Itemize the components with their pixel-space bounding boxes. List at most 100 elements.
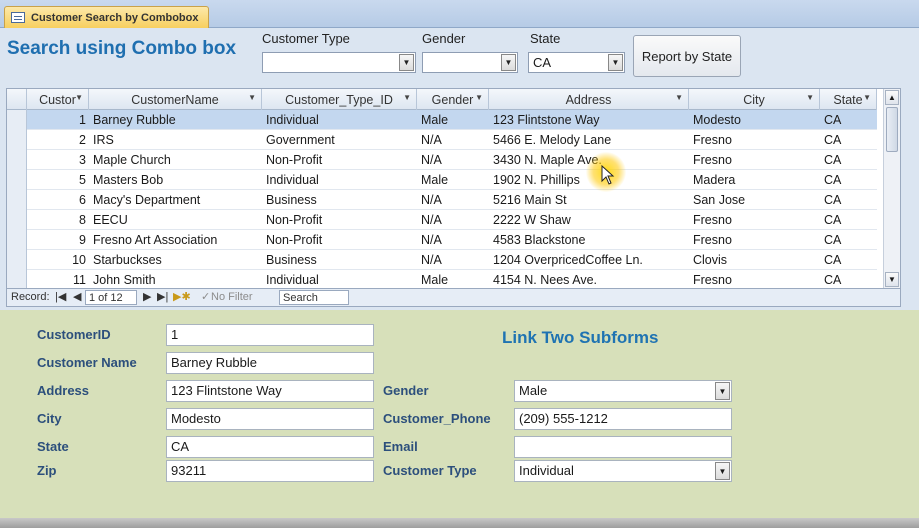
cell-address[interactable]: 1204 OverpricedCoffee Ln. <box>489 250 689 270</box>
table-row[interactable]: 1 Barney Rubble Individual Male 123 Flin… <box>7 110 877 130</box>
cell-gender[interactable]: Male <box>417 110 489 130</box>
scrollbar-thumb[interactable] <box>886 107 898 152</box>
document-tab[interactable]: Customer Search by Combobox <box>4 6 210 28</box>
cell-customer-id[interactable]: 1 <box>27 110 89 130</box>
cell-state[interactable]: CA <box>820 150 877 170</box>
cell-customer-type[interactable]: Individual <box>262 270 417 288</box>
cell-state[interactable]: CA <box>820 230 877 250</box>
cell-state[interactable]: CA <box>820 190 877 210</box>
table-row[interactable]: 8 EECU Non-Profit N/A 2222 W Shaw Fresno… <box>7 210 877 230</box>
cell-city[interactable]: Modesto <box>689 110 820 130</box>
first-record-icon[interactable]: |◀ <box>55 290 66 305</box>
record-selector[interactable] <box>7 110 27 130</box>
customer-type-select[interactable]: Individual ▼ <box>514 460 732 482</box>
customer-name-field[interactable]: Barney Rubble <box>166 352 374 374</box>
record-selector[interactable] <box>7 270 27 288</box>
previous-record-icon[interactable]: ◀ <box>73 290 81 305</box>
state-field[interactable]: CA <box>166 436 374 458</box>
column-header-customer-name[interactable]: CustomerName ▼ <box>89 89 262 110</box>
record-selector[interactable] <box>7 250 27 270</box>
cell-gender[interactable]: Male <box>417 170 489 190</box>
cell-customer-id[interactable]: 6 <box>27 190 89 210</box>
chevron-down-icon[interactable]: ▼ <box>715 462 730 480</box>
cell-city[interactable]: Clovis <box>689 250 820 270</box>
cell-customer-id[interactable]: 10 <box>27 250 89 270</box>
cell-customer-type[interactable]: Non-Profit <box>262 210 417 230</box>
cell-customer-type[interactable]: Government <box>262 130 417 150</box>
cell-state[interactable]: CA <box>820 110 877 130</box>
cell-city[interactable]: Fresno <box>689 230 820 250</box>
cell-customer-id[interactable]: 5 <box>27 170 89 190</box>
report-by-state-button[interactable]: Report by State <box>633 35 741 77</box>
cell-customer-type[interactable]: Individual <box>262 110 417 130</box>
cell-gender[interactable]: N/A <box>417 230 489 250</box>
cell-customer-name[interactable]: Macy's Department <box>89 190 262 210</box>
cell-customer-name[interactable]: Fresno Art Association <box>89 230 262 250</box>
chevron-down-icon[interactable]: ▼ <box>806 93 814 102</box>
cell-gender[interactable]: N/A <box>417 130 489 150</box>
cell-city[interactable]: Fresno <box>689 270 820 288</box>
cell-address[interactable]: 123 Flintstone Way <box>489 110 689 130</box>
chevron-down-icon[interactable]: ▼ <box>675 93 683 102</box>
cell-state[interactable]: CA <box>820 270 877 288</box>
cell-customer-type[interactable]: Business <box>262 250 417 270</box>
record-selector[interactable] <box>7 210 27 230</box>
cell-gender[interactable]: N/A <box>417 210 489 230</box>
filter-icon[interactable]: ✓ <box>201 290 210 305</box>
chevron-down-icon[interactable]: ▼ <box>863 93 871 102</box>
chevron-down-icon[interactable]: ▼ <box>248 93 256 102</box>
last-record-icon[interactable]: ▶| <box>157 290 168 305</box>
column-header-customer-id[interactable]: Custor ▼ <box>27 89 89 110</box>
column-header-gender[interactable]: Gender ▼ <box>417 89 489 110</box>
gender-select[interactable]: Male ▼ <box>514 380 732 402</box>
cell-customer-type[interactable]: Non-Profit <box>262 230 417 250</box>
cell-customer-id[interactable]: 9 <box>27 230 89 250</box>
cell-customer-name[interactable]: Starbuckses <box>89 250 262 270</box>
cell-address[interactable]: 5216 Main St <box>489 190 689 210</box>
cell-customer-name[interactable]: EECU <box>89 210 262 230</box>
address-field[interactable]: 123 Flintstone Way <box>166 380 374 402</box>
record-selector[interactable] <box>7 150 27 170</box>
cell-customer-type[interactable]: Non-Profit <box>262 150 417 170</box>
table-row[interactable]: 9 Fresno Art Association Non-Profit N/A … <box>7 230 877 250</box>
record-selector[interactable] <box>7 130 27 150</box>
cell-customer-name[interactable]: John Smith <box>89 270 262 288</box>
customer-phone-field[interactable]: (209) 555-1212 <box>514 408 732 430</box>
cell-customer-id[interactable]: 11 <box>27 270 89 288</box>
cell-address[interactable]: 2222 W Shaw <box>489 210 689 230</box>
cell-customer-name[interactable]: IRS <box>89 130 262 150</box>
record-position-input[interactable]: 1 of 12 <box>85 290 137 305</box>
cell-customer-name[interactable]: Masters Bob <box>89 170 262 190</box>
cell-gender[interactable]: N/A <box>417 190 489 210</box>
cell-city[interactable]: San Jose <box>689 190 820 210</box>
cell-gender[interactable]: Male <box>417 270 489 288</box>
chevron-down-icon[interactable]: ▼ <box>75 93 83 102</box>
gender-combo[interactable]: ▼ <box>422 52 518 73</box>
cell-customer-id[interactable]: 3 <box>27 150 89 170</box>
chevron-down-icon[interactable]: ▼ <box>403 93 411 102</box>
no-filter-button[interactable]: No Filter <box>211 290 253 305</box>
table-row[interactable]: 11 John Smith Individual Male 4154 N. Ne… <box>7 270 877 288</box>
new-record-icon[interactable]: ▶✱ <box>173 290 191 305</box>
cell-gender[interactable]: N/A <box>417 250 489 270</box>
state-combo[interactable]: CA ▼ <box>528 52 625 73</box>
chevron-down-icon[interactable]: ▼ <box>475 93 483 102</box>
cell-state[interactable]: CA <box>820 210 877 230</box>
column-header-customer-type[interactable]: Customer_Type_ID ▼ <box>262 89 417 110</box>
column-header-city[interactable]: City ▼ <box>689 89 820 110</box>
cell-address[interactable]: 5466 E. Melody Lane <box>489 130 689 150</box>
customer-type-combo[interactable]: ▼ <box>262 52 416 73</box>
table-row[interactable]: 6 Macy's Department Business N/A 5216 Ma… <box>7 190 877 210</box>
scroll-up-icon[interactable]: ▲ <box>885 90 899 105</box>
scroll-down-icon[interactable]: ▼ <box>885 272 899 287</box>
cell-city[interactable]: Fresno <box>689 150 820 170</box>
city-field[interactable]: Modesto <box>166 408 374 430</box>
table-row[interactable]: 3 Maple Church Non-Profit N/A 3430 N. Ma… <box>7 150 877 170</box>
vertical-scrollbar[interactable]: ▲ ▼ <box>883 89 900 288</box>
column-header-state[interactable]: State ▼ <box>820 89 877 110</box>
cell-address[interactable]: 4154 N. Nees Ave. <box>489 270 689 288</box>
customer-id-field[interactable]: 1 <box>166 324 374 346</box>
next-record-icon[interactable]: ▶ <box>143 290 151 305</box>
record-selector[interactable] <box>7 170 27 190</box>
cell-customer-name[interactable]: Barney Rubble <box>89 110 262 130</box>
